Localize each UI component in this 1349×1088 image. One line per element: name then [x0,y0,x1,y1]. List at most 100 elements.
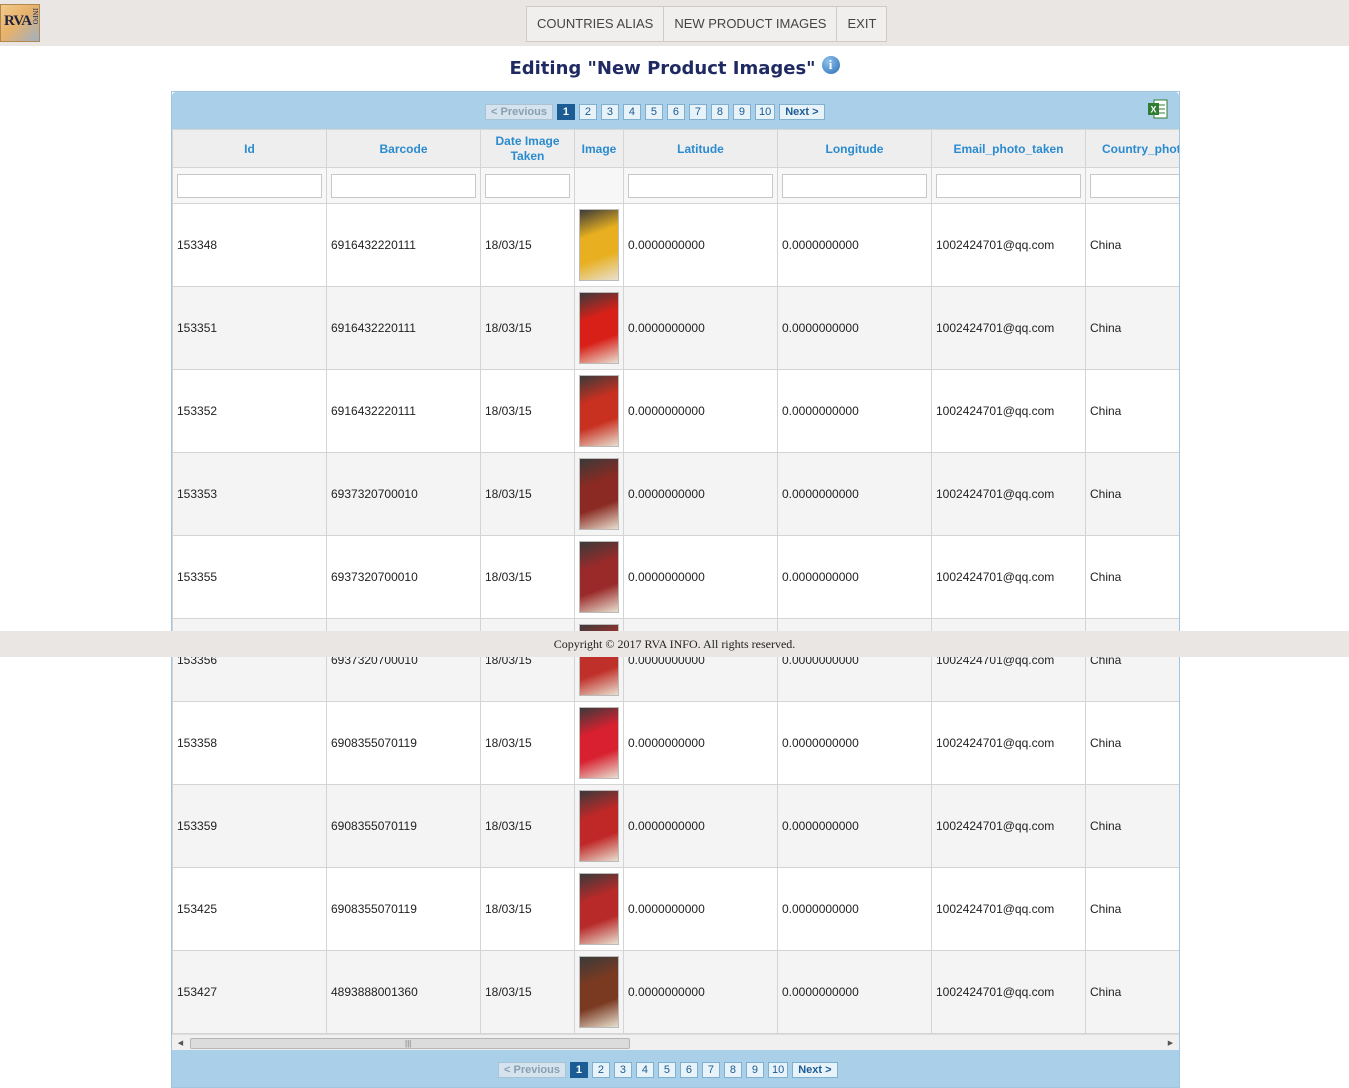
cell-latitude: 0.0000000000 [623,784,778,868]
product-thumbnail[interactable] [579,707,619,779]
page-6-button[interactable]: 6 [666,104,685,120]
cell-image[interactable] [574,784,624,868]
cell-id: 153355 [172,535,327,619]
product-thumbnail[interactable] [579,458,619,530]
excel-export-icon[interactable]: X [1147,98,1169,120]
product-thumbnail[interactable] [579,873,619,945]
cell-country: China [1085,784,1179,868]
cell-image[interactable] [574,535,624,619]
page-7-button[interactable]: 7 [688,104,707,120]
cell-date: 18/03/15 [480,535,575,619]
filter-country-input[interactable] [1090,173,1179,198]
product-thumbnail[interactable] [579,375,619,447]
table-viewport: Id Barcode Date Image Taken Image Latitu… [172,129,1179,1034]
cell-latitude: 0.0000000000 [623,369,778,453]
table-row[interactable]: 153355 6937320700010 18/03/15 0.0000000000 0… [172,535,1179,619]
scrollbar-thumb[interactable]: ||| [190,1038,630,1049]
product-thumbnail[interactable] [579,292,619,364]
table-row[interactable]: 153425 6908355070119 18/03/15 0.0000000000 0… [172,867,1179,951]
cell-barcode: 6937320700010 [326,452,481,536]
page-7-button[interactable]: 7 [701,1062,720,1078]
cell-longitude: 0.0000000000 [777,535,932,619]
cell-image[interactable] [574,286,624,370]
product-thumbnail[interactable] [579,209,619,281]
product-thumbnail[interactable] [579,790,619,862]
cell-image[interactable] [574,950,624,1034]
page-6-button[interactable]: 6 [679,1062,698,1078]
filter-barcode-input[interactable] [331,173,476,198]
product-thumbnail[interactable] [579,541,619,613]
cell-date: 18/03/15 [480,369,575,453]
page-1-button[interactable]: 1 [569,1062,588,1078]
col-header-longitude[interactable]: Longitude [777,129,932,168]
nav-countries-alias[interactable]: COUNTRIES ALIAS [527,7,665,41]
filter-email-input[interactable] [936,173,1081,198]
col-header-latitude[interactable]: Latitude [623,129,778,168]
col-header-country-photo[interactable]: Country_photo [1085,129,1179,168]
col-header-image[interactable]: Image [574,129,624,168]
filter-date-input[interactable] [485,173,570,198]
cell-latitude: 0.0000000000 [623,286,778,370]
next-page-button[interactable]: Next > [779,104,825,120]
cell-email: 1002424701@qq.com [931,867,1086,951]
filter-id-input[interactable] [177,173,322,198]
cell-image[interactable] [574,369,624,453]
table-row[interactable]: 153352 6916432220111 18/03/15 0.0000000000 0… [172,369,1179,453]
cell-email: 1002424701@qq.com [931,286,1086,370]
cell-latitude: 0.0000000000 [623,701,778,785]
cell-image[interactable] [574,701,624,785]
cell-barcode: 6916432220111 [326,286,481,370]
nav-exit[interactable]: EXIT [837,7,886,41]
title-area: Editing "New Product Images" i [0,56,1349,79]
table-body: 153348 6916432220111 18/03/15 0.0000000000 0… [172,203,1179,1034]
previous-page-button[interactable]: < Previous [498,1062,566,1078]
page-10-button[interactable]: 10 [754,104,776,120]
cell-longitude: 0.0000000000 [777,452,932,536]
page-3-button[interactable]: 3 [600,104,619,120]
logo-subtext: INFO [31,8,39,25]
cell-image[interactable] [574,867,624,951]
page-2-button[interactable]: 2 [578,104,597,120]
page-10-button[interactable]: 10 [767,1062,789,1078]
cell-longitude: 0.0000000000 [777,867,932,951]
page-8-button[interactable]: 8 [710,104,729,120]
product-thumbnail[interactable] [579,956,619,1028]
logo[interactable]: RVA INFO [0,4,40,42]
nav-new-product-images[interactable]: NEW PRODUCT IMAGES [664,7,838,41]
page-5-button[interactable]: 5 [644,104,663,120]
filter-longitude-input[interactable] [782,173,927,198]
table-row[interactable]: 153359 6908355070119 18/03/15 0.0000000000 0… [172,784,1179,868]
cell-image[interactable] [574,452,624,536]
table-row[interactable]: 153353 6937320700010 18/03/15 0.0000000000 0… [172,452,1179,536]
col-header-barcode[interactable]: Barcode [326,129,481,168]
info-icon[interactable]: i [821,56,840,74]
page-8-button[interactable]: 8 [723,1062,742,1078]
cell-image[interactable] [574,203,624,287]
cell-email: 1002424701@qq.com [931,535,1086,619]
page-5-button[interactable]: 5 [657,1062,676,1078]
cell-id: 153358 [172,701,327,785]
page-9-button[interactable]: 9 [732,104,751,120]
filter-latitude-input[interactable] [628,173,773,198]
filter-cell [1085,167,1179,204]
cell-barcode: 6916432220111 [326,203,481,287]
next-page-button[interactable]: Next > [792,1062,838,1078]
col-header-date-image-taken[interactable]: Date Image Taken [480,129,575,168]
page-3-button[interactable]: 3 [613,1062,632,1078]
page-1-button[interactable]: 1 [556,104,575,120]
previous-page-button[interactable]: < Previous [485,104,553,120]
table-row[interactable]: 153351 6916432220111 18/03/15 0.0000000000 0… [172,286,1179,370]
col-header-id[interactable]: Id [172,129,327,168]
table-row[interactable]: 153427 4893888001360 18/03/15 0.0000000000 0… [172,950,1179,1034]
page-2-button[interactable]: 2 [591,1062,610,1078]
table-row[interactable]: 153358 6908355070119 18/03/15 0.0000000000 0… [172,701,1179,785]
cell-latitude: 0.0000000000 [623,535,778,619]
page-4-button[interactable]: 4 [635,1062,654,1078]
filter-row [172,167,1179,204]
col-header-email-photo-taken[interactable]: Email_photo_taken [931,129,1086,168]
cell-longitude: 0.0000000000 [777,701,932,785]
page-4-button[interactable]: 4 [622,104,641,120]
page-9-button[interactable]: 9 [745,1062,764,1078]
table-row[interactable]: 153348 6916432220111 18/03/15 0.0000000000 0… [172,203,1179,287]
cell-country: China [1085,286,1179,370]
